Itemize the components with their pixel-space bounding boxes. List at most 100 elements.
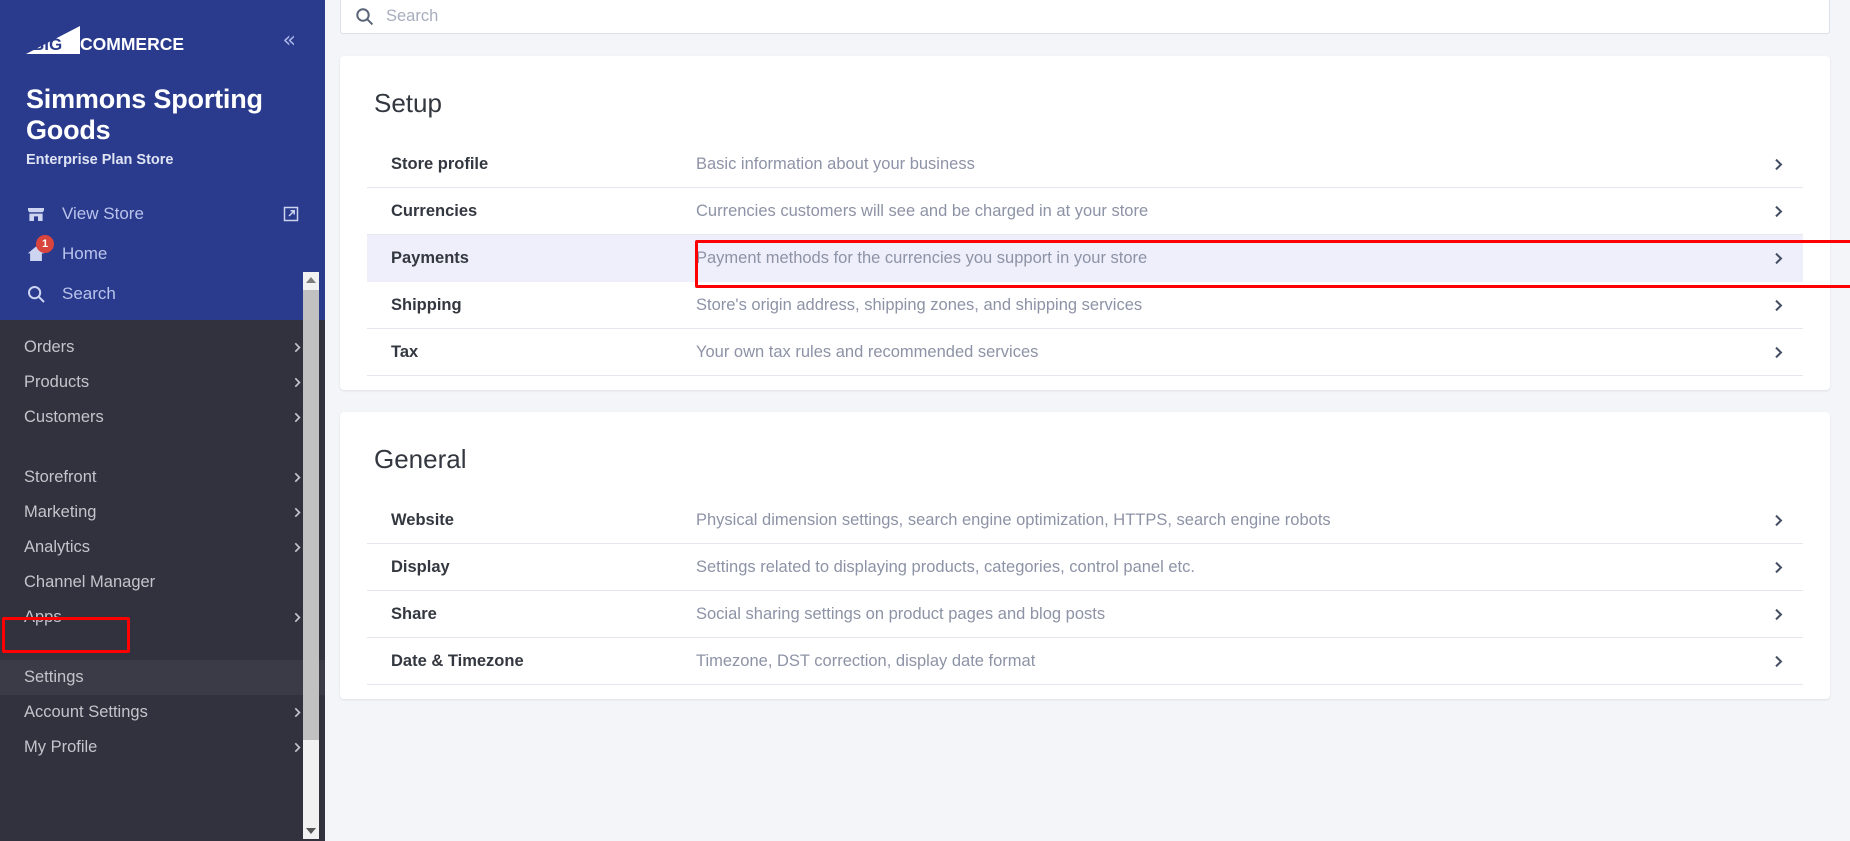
chevron-right-icon bbox=[292, 377, 303, 388]
sidebar-header: BIG COMMERCE « Simmons Sporting Goods En… bbox=[0, 0, 325, 320]
sidebar-item-label: Settings bbox=[24, 668, 84, 687]
chevron-right-icon bbox=[292, 412, 303, 423]
settings-row-share[interactable]: Share Social sharing settings on product… bbox=[367, 591, 1803, 638]
sidebar-item-label: View Store bbox=[62, 204, 144, 224]
sidebar-item-home[interactable]: 1 Home bbox=[0, 234, 325, 274]
sidebar-item-label: Orders bbox=[24, 338, 74, 357]
sidebar-item-orders[interactable]: Orders bbox=[0, 330, 325, 365]
settings-row-shipping[interactable]: Shipping Store's origin address, shippin… bbox=[367, 282, 1803, 329]
row-description: Settings related to displaying products,… bbox=[696, 558, 1772, 577]
chevron-right-icon bbox=[1772, 655, 1785, 668]
search-input[interactable] bbox=[386, 7, 1815, 26]
search-icon bbox=[26, 284, 56, 304]
section-title-general: General bbox=[340, 412, 1830, 475]
sidebar-item-settings[interactable]: Settings bbox=[0, 660, 325, 695]
sidebar-item-analytics[interactable]: Analytics bbox=[0, 530, 325, 565]
sidebar-item-marketing[interactable]: Marketing bbox=[0, 495, 325, 530]
setup-rows: Store profile Basic information about yo… bbox=[340, 141, 1830, 376]
sidebar-item-storefront[interactable]: Storefront bbox=[0, 460, 325, 495]
chevron-right-icon bbox=[1772, 561, 1785, 574]
row-description: Store's origin address, shipping zones, … bbox=[696, 296, 1772, 315]
row-label: Share bbox=[391, 605, 696, 624]
row-label: Currencies bbox=[391, 202, 696, 221]
svg-text:COMMERCE: COMMERCE bbox=[80, 34, 184, 54]
sidebar-item-label: My Profile bbox=[24, 738, 97, 757]
chevron-right-icon bbox=[1772, 608, 1785, 621]
sidebar-item-label: Home bbox=[62, 244, 107, 264]
sidebar-item-label: Marketing bbox=[24, 503, 96, 522]
sidebar: BIG COMMERCE « Simmons Sporting Goods En… bbox=[0, 0, 325, 841]
sidebar-item-label: Channel Manager bbox=[24, 573, 155, 592]
sidebar-item-view-store[interactable]: View Store bbox=[0, 194, 325, 234]
chevron-right-icon bbox=[292, 342, 303, 353]
row-description: Social sharing settings on product pages… bbox=[696, 605, 1772, 624]
row-label: Store profile bbox=[391, 155, 696, 174]
chevron-right-icon bbox=[1772, 252, 1785, 265]
sidebar-item-label: Customers bbox=[24, 408, 104, 427]
external-link-icon[interactable] bbox=[283, 206, 299, 222]
row-label: Shipping bbox=[391, 296, 696, 315]
chevron-double-left-icon[interactable]: « bbox=[277, 28, 299, 54]
storefront-icon bbox=[26, 204, 56, 224]
search-bar[interactable] bbox=[340, 0, 1830, 34]
chevron-right-icon bbox=[292, 507, 303, 518]
chevron-right-icon bbox=[1772, 299, 1785, 312]
sidebar-item-channel-manager[interactable]: Channel Manager bbox=[0, 565, 325, 600]
sidebar-item-label: Account Settings bbox=[24, 703, 148, 722]
chevron-right-icon bbox=[1772, 205, 1785, 218]
nav-divider bbox=[0, 435, 325, 460]
scroll-down-arrow-icon[interactable] bbox=[303, 823, 319, 839]
bigcommerce-logo[interactable]: BIG COMMERCE bbox=[22, 24, 207, 58]
sidebar-item-account-settings[interactable]: Account Settings bbox=[0, 695, 325, 730]
chevron-right-icon bbox=[1772, 346, 1785, 359]
settings-row-store-profile[interactable]: Store profile Basic information about yo… bbox=[367, 141, 1803, 188]
main-content: Setup Store profile Basic information ab… bbox=[325, 0, 1850, 841]
row-label: Tax bbox=[391, 343, 696, 362]
store-name: Simmons Sporting Goods bbox=[0, 62, 325, 146]
bigcommerce-admin-app: BIG COMMERCE « Simmons Sporting Goods En… bbox=[0, 0, 1850, 841]
chevron-right-icon bbox=[292, 742, 303, 753]
logo-row: BIG COMMERCE « bbox=[0, 0, 325, 62]
section-title-setup: Setup bbox=[340, 56, 1830, 119]
sidebar-item-label: Search bbox=[62, 284, 116, 304]
scroll-up-arrow-icon[interactable] bbox=[303, 272, 319, 288]
svg-text:BIG: BIG bbox=[32, 35, 62, 54]
row-label: Payments bbox=[391, 249, 696, 268]
row-description: Timezone, DST correction, display date f… bbox=[696, 652, 1772, 671]
setup-card: Setup Store profile Basic information ab… bbox=[340, 56, 1830, 390]
settings-row-website[interactable]: Website Physical dimension settings, sea… bbox=[367, 497, 1803, 544]
chevron-right-icon bbox=[292, 707, 303, 718]
store-plan: Enterprise Plan Store bbox=[0, 146, 325, 168]
sidebar-item-my-profile[interactable]: My Profile bbox=[0, 730, 325, 765]
sidebar-item-products[interactable]: Products bbox=[0, 365, 325, 400]
row-description: Your own tax rules and recommended servi… bbox=[696, 343, 1772, 362]
sidebar-item-label: Analytics bbox=[24, 538, 90, 557]
settings-row-date-timezone[interactable]: Date & Timezone Timezone, DST correction… bbox=[367, 638, 1803, 685]
scrollbar-thumb[interactable] bbox=[303, 290, 319, 740]
sidebar-item-customers[interactable]: Customers bbox=[0, 400, 325, 435]
chevron-right-icon bbox=[1772, 514, 1785, 527]
row-label: Display bbox=[391, 558, 696, 577]
sidebar-item-label: Products bbox=[24, 373, 89, 392]
notification-badge: 1 bbox=[36, 235, 54, 253]
row-description: Payment methods for the currencies you s… bbox=[696, 249, 1772, 268]
sidebar-item-search[interactable]: Search bbox=[0, 274, 325, 314]
general-rows: Website Physical dimension settings, sea… bbox=[340, 497, 1830, 685]
sidebar-item-label: Apps bbox=[24, 608, 62, 627]
row-label: Date & Timezone bbox=[391, 652, 696, 671]
search-icon bbox=[355, 7, 374, 26]
settings-row-display[interactable]: Display Settings related to displaying p… bbox=[367, 544, 1803, 591]
chevron-right-icon bbox=[292, 472, 303, 483]
row-description: Basic information about your business bbox=[696, 155, 1772, 174]
settings-row-payments[interactable]: Payments Payment methods for the currenc… bbox=[367, 235, 1803, 282]
sidebar-scrollbar[interactable] bbox=[303, 272, 319, 839]
sidebar-nav: Orders Products Customers bbox=[0, 320, 325, 841]
chevron-right-icon bbox=[292, 542, 303, 553]
sidebar-top-links: View Store 1 Home bbox=[0, 194, 325, 314]
settings-row-currencies[interactable]: Currencies Currencies customers will see… bbox=[367, 188, 1803, 235]
chevron-right-icon bbox=[1772, 158, 1785, 171]
settings-row-tax[interactable]: Tax Your own tax rules and recommended s… bbox=[367, 329, 1803, 376]
row-label: Website bbox=[391, 511, 696, 530]
chevron-right-icon bbox=[292, 612, 303, 623]
sidebar-item-apps[interactable]: Apps bbox=[0, 600, 325, 635]
